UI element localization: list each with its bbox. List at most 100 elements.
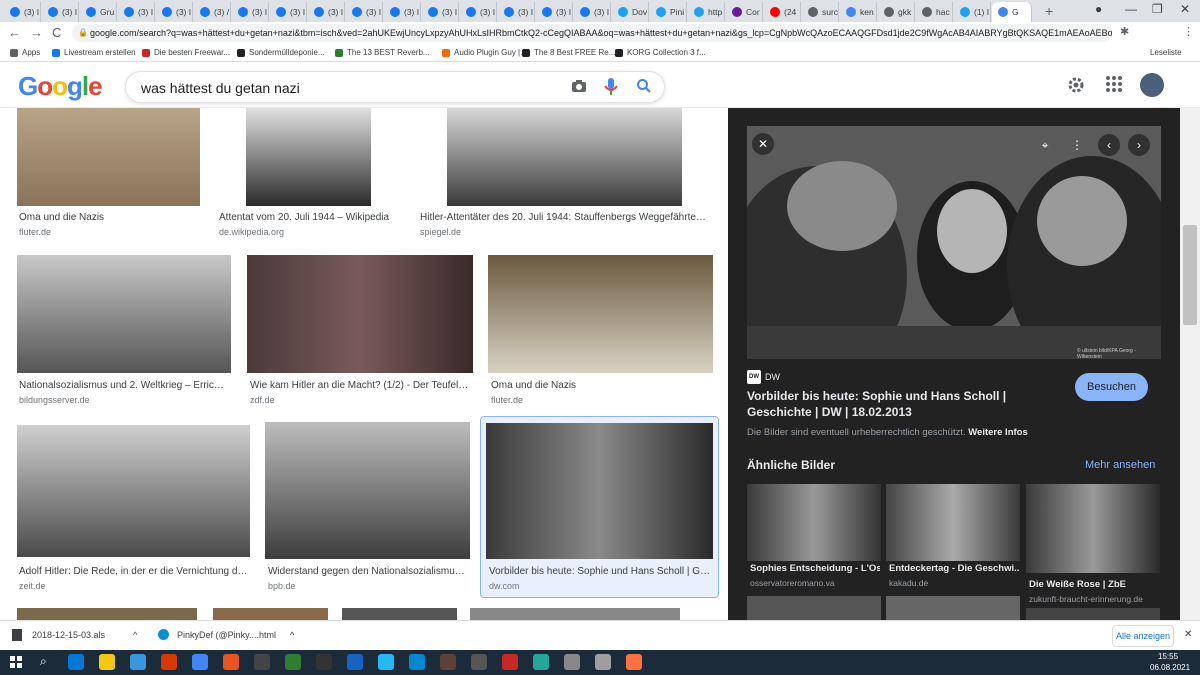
download-item[interactable]: 2018-12-15-03.als ^	[12, 629, 137, 641]
similar-image-thumbnail[interactable]	[886, 596, 1020, 620]
taskbar-app-icon[interactable]	[440, 654, 456, 670]
bookmark-item[interactable]: Apps	[10, 48, 40, 57]
result-thumbnail[interactable]	[17, 425, 250, 557]
menu-icon[interactable]: ⋮	[1183, 25, 1194, 38]
result-thumbnail[interactable]	[246, 108, 371, 206]
result-thumbnail[interactable]	[470, 608, 680, 620]
browser-tab[interactable]: Gru	[80, 2, 117, 22]
result-thumbnail[interactable]	[17, 108, 200, 206]
result-title[interactable]: Wie kam Hitler an die Macht? (1/2) - Der…	[250, 380, 472, 391]
result-thumbnail[interactable]	[342, 608, 457, 620]
browser-tab[interactable]: (3) I	[460, 2, 497, 22]
similar-title[interactable]: Sophies Entscheidung - L'Os...	[750, 563, 880, 574]
browser-tab[interactable]: (3) I	[422, 2, 459, 22]
browser-tab[interactable]: gkk	[878, 2, 915, 22]
bookmark-item[interactable]: Audio Plugin Guy |...	[442, 48, 527, 57]
taskbar-app-icon[interactable]	[595, 654, 611, 670]
apps-grid-icon[interactable]	[1106, 76, 1122, 95]
forward-button[interactable]: →	[30, 25, 43, 40]
browser-tab[interactable]: Cor	[726, 2, 763, 22]
bookmark-item[interactable]: KORG Collection 3 f...	[615, 48, 706, 57]
taskbar-app-icon[interactable]	[378, 654, 394, 670]
extensions-icon[interactable]: ✱	[1120, 25, 1129, 38]
result-thumbnail[interactable]	[265, 422, 470, 559]
result-thumbnail[interactable]	[17, 255, 231, 373]
result-thumbnail[interactable]	[447, 108, 682, 206]
taskbar-app-icon[interactable]	[68, 654, 84, 670]
similar-image-thumbnail[interactable]	[1026, 608, 1160, 620]
more-options-icon[interactable]: ⋮	[1066, 134, 1088, 156]
result-title[interactable]: Adolf Hitler: Die Rede, in der er die Ve…	[19, 566, 249, 577]
preview-title[interactable]: Vorbilder bis heute: Sophie und Hans Sch…	[747, 388, 1057, 420]
address-bar[interactable]: 🔒 google.com/search?q=was+hättest+du+get…	[72, 24, 1112, 42]
similar-image-thumbnail[interactable]	[886, 484, 1020, 561]
result-title[interactable]: Vorbilder bis heute: Sophie und Hans Sch…	[489, 566, 711, 577]
browser-tab[interactable]: (3) I	[384, 2, 421, 22]
browser-tab[interactable]: (3) I	[498, 2, 535, 22]
browser-tab[interactable]: ken	[840, 2, 877, 22]
taskbar-app-icon[interactable]	[564, 654, 580, 670]
browser-tab[interactable]: (3) I	[118, 2, 155, 22]
search-icon[interactable]: ⌕	[40, 654, 47, 669]
taskbar-app-icon[interactable]	[626, 654, 642, 670]
taskbar-app-icon[interactable]	[502, 654, 518, 670]
browser-tab[interactable]: (3) I	[4, 2, 41, 22]
similar-title[interactable]: Die Weiße Rose | ZbE	[1029, 579, 1159, 590]
camera-icon[interactable]	[571, 78, 587, 98]
browser-tab[interactable]: (1) I	[954, 2, 991, 22]
browser-tab[interactable]: (3) /	[194, 2, 231, 22]
previous-icon[interactable]: ‹	[1098, 134, 1120, 156]
preview-source[interactable]: DW	[765, 372, 780, 382]
browser-tab[interactable]: G	[992, 2, 1032, 22]
browser-tab[interactable]: Pini	[650, 2, 687, 22]
taskbar-app-icon[interactable]	[347, 654, 363, 670]
result-title[interactable]: Hitler-Attentäter des 20. Juli 1944: Sta…	[420, 212, 710, 223]
windows-start-icon[interactable]	[10, 656, 22, 671]
download-item[interactable]: PinkyDef (@Pinky....html ^	[158, 629, 294, 640]
visit-button[interactable]: Besuchen	[1075, 373, 1148, 401]
taskbar-app-icon[interactable]	[285, 654, 301, 670]
back-button[interactable]: ←	[8, 25, 21, 40]
scrollbar-thumb[interactable]	[1183, 225, 1197, 325]
settings-gear-icon[interactable]	[1066, 75, 1086, 98]
chevron-up-icon[interactable]: ^	[290, 630, 294, 640]
similar-image-thumbnail[interactable]	[747, 484, 881, 561]
taskbar-app-icon[interactable]	[316, 654, 332, 670]
browser-tab[interactable]: (3) I	[346, 2, 383, 22]
record-icon[interactable]: ●	[1095, 2, 1102, 16]
result-thumbnail[interactable]	[213, 608, 328, 620]
clock-date[interactable]: 06.08.2021	[1150, 663, 1190, 672]
result-title[interactable]: Nationalsozialismus und 2. Weltkrieg – E…	[19, 380, 229, 391]
browser-tab[interactable]: surc	[802, 2, 839, 22]
result-thumbnail[interactable]	[17, 608, 197, 620]
taskbar-app-icon[interactable]	[161, 654, 177, 670]
browser-tab[interactable]: Dov	[612, 2, 649, 22]
taskbar-app-icon[interactable]	[533, 654, 549, 670]
browser-tab[interactable]: hac	[916, 2, 953, 22]
preview-image[interactable]: © ullstein bild/KPA Georg - Wittenstein	[747, 126, 1161, 359]
taskbar-app-icon[interactable]	[223, 654, 239, 670]
browser-tab[interactable]: (3) I	[232, 2, 269, 22]
similar-image-thumbnail[interactable]	[747, 596, 881, 620]
next-icon[interactable]: ›	[1128, 134, 1150, 156]
taskbar-app-icon[interactable]	[99, 654, 115, 670]
browser-tab[interactable]: http	[688, 2, 725, 22]
chevron-up-icon[interactable]: ^	[133, 630, 137, 640]
similar-title[interactable]: Entdeckertag - Die Geschwi...	[889, 563, 1019, 574]
close-icon[interactable]: ✕	[752, 133, 774, 155]
close-window-button[interactable]: ✕	[1180, 2, 1190, 16]
minimize-button[interactable]: —	[1125, 2, 1137, 16]
taskbar-app-icon[interactable]	[471, 654, 487, 670]
browser-tab[interactable]: (24	[764, 2, 801, 22]
browser-tab[interactable]: (3) I	[536, 2, 573, 22]
show-all-button[interactable]: Alle anzeigen	[1112, 625, 1174, 647]
result-thumbnail[interactable]	[486, 423, 713, 559]
taskbar-app-icon[interactable]	[409, 654, 425, 670]
reading-list[interactable]: Leseliste	[1150, 48, 1182, 57]
similar-image-thumbnail[interactable]	[1026, 484, 1160, 573]
bookmark-item[interactable]: Sondermülldeponie...	[237, 48, 325, 57]
browser-tab[interactable]: (3) I	[270, 2, 307, 22]
account-avatar[interactable]	[1140, 73, 1164, 97]
browser-tab[interactable]: (3) I	[156, 2, 193, 22]
taskbar-app-icon[interactable]	[192, 654, 208, 670]
